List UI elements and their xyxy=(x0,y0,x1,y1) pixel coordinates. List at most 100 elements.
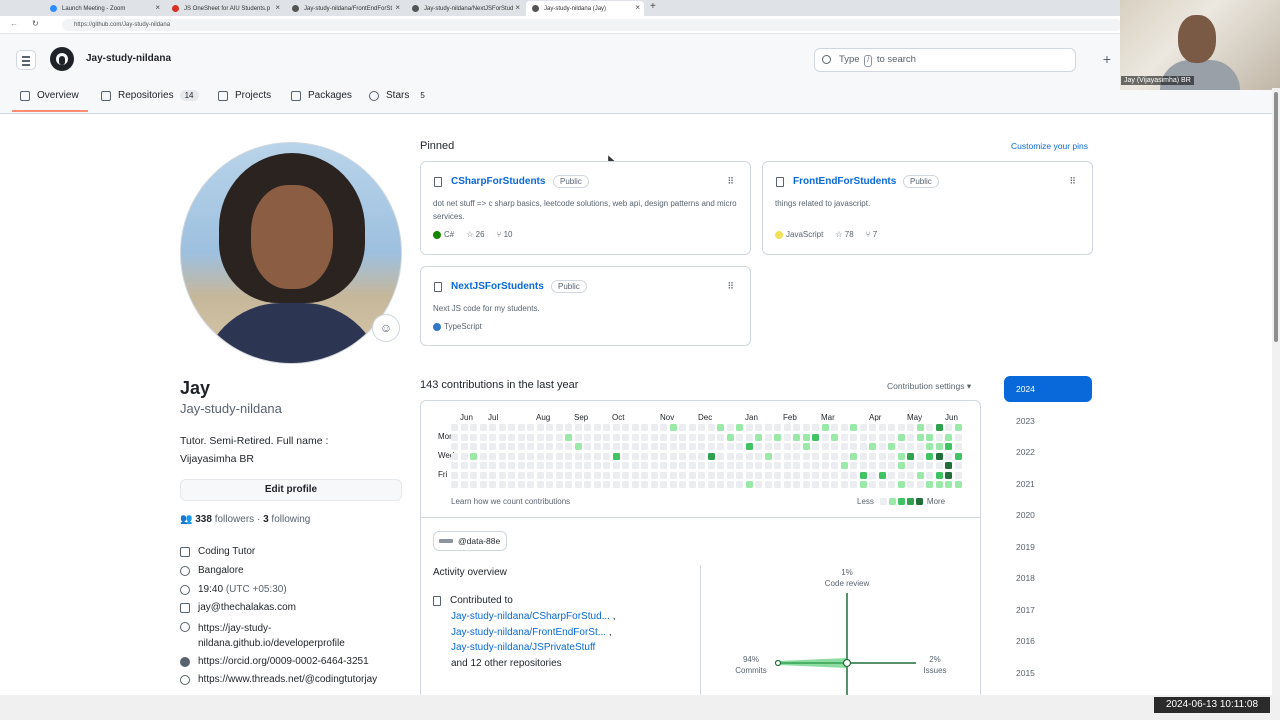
contribution-cell[interactable] xyxy=(517,443,525,450)
contribution-cell[interactable] xyxy=(783,433,791,441)
customize-pins-link[interactable]: Customize your pins xyxy=(1011,141,1088,151)
tab-stars[interactable]: Stars 5 xyxy=(369,90,430,101)
contribution-cell[interactable] xyxy=(802,443,810,450)
contribution-cell[interactable] xyxy=(897,481,905,488)
contribution-cell[interactable] xyxy=(498,452,506,460)
contribution-cell[interactable] xyxy=(916,481,924,488)
contribution-cell[interactable] xyxy=(840,433,848,441)
contribution-cell[interactable] xyxy=(489,443,496,450)
contribution-cell[interactable] xyxy=(593,452,601,460)
contribution-cell[interactable] xyxy=(527,481,534,488)
contribution-cell[interactable] xyxy=(717,462,724,469)
contribution-cell[interactable] xyxy=(669,443,677,450)
contribution-cell[interactable] xyxy=(565,424,572,431)
edit-profile-button[interactable]: Edit profile xyxy=(180,479,402,501)
contribution-cell[interactable] xyxy=(498,443,506,450)
contribution-cell[interactable] xyxy=(555,433,563,441)
contribution-cell[interactable] xyxy=(679,424,686,431)
set-status-smiley-icon[interactable]: ☺ xyxy=(372,314,400,342)
contribution-cell[interactable] xyxy=(945,481,952,488)
contribution-cell[interactable] xyxy=(869,452,876,460)
contribution-cell[interactable] xyxy=(726,424,734,431)
contribution-cell[interactable] xyxy=(812,424,819,431)
contribution-cell[interactable] xyxy=(555,462,563,469)
contribution-cell[interactable] xyxy=(489,481,496,488)
contribution-cell[interactable] xyxy=(470,433,477,441)
contribution-cell[interactable] xyxy=(821,452,829,460)
contribution-cell[interactable] xyxy=(536,452,544,460)
contribution-cell[interactable] xyxy=(603,462,610,469)
tab-repositories[interactable]: Repositories 14 xyxy=(101,90,199,101)
contribution-cell[interactable] xyxy=(622,481,629,488)
contribution-cell[interactable] xyxy=(726,452,734,460)
browser-tab[interactable]: Jay-study-nildana/FrontEndForSt × xyxy=(286,1,404,16)
contribution-cell[interactable] xyxy=(888,433,895,441)
contribution-cell[interactable] xyxy=(812,433,819,441)
contribution-cell[interactable] xyxy=(916,433,924,441)
contribution-cell[interactable] xyxy=(574,433,582,441)
contribution-cell[interactable] xyxy=(631,443,639,450)
contribution-cell[interactable] xyxy=(802,424,810,431)
contribution-cell[interactable] xyxy=(660,481,667,488)
back-icon[interactable]: ← xyxy=(10,19,18,28)
contribution-cell[interactable] xyxy=(698,433,705,441)
contribution-cell[interactable] xyxy=(897,471,905,479)
contribution-cell[interactable] xyxy=(916,443,924,450)
close-icon[interactable]: × xyxy=(275,3,280,12)
contribution-cell[interactable] xyxy=(726,443,734,450)
contribution-cell[interactable] xyxy=(517,433,525,441)
contribution-cell[interactable] xyxy=(764,462,772,469)
contribution-cell[interactable] xyxy=(679,452,686,460)
contribution-cell[interactable] xyxy=(755,471,762,479)
contribution-cell[interactable] xyxy=(878,481,886,488)
contribution-cell[interactable] xyxy=(783,471,791,479)
contribution-cell[interactable] xyxy=(470,462,477,469)
contribution-cell[interactable] xyxy=(546,424,553,431)
contribution-cell[interactable] xyxy=(574,443,582,450)
contribution-cell[interactable] xyxy=(631,433,639,441)
contribution-cell[interactable] xyxy=(764,424,772,431)
contributed-repo-link[interactable]: Jay-study-nildana/FrontEndForSt... , xyxy=(451,627,612,638)
contribution-cell[interactable] xyxy=(451,462,458,469)
contribution-cell[interactable] xyxy=(536,433,544,441)
contribution-cell[interactable] xyxy=(546,433,553,441)
contribution-cell[interactable] xyxy=(584,452,591,460)
contribution-cell[interactable] xyxy=(935,452,943,460)
following-count[interactable]: 3 xyxy=(263,514,269,525)
contribution-cell[interactable] xyxy=(926,471,933,479)
contribution-cell[interactable] xyxy=(688,424,696,431)
contribution-cell[interactable] xyxy=(612,424,620,431)
contribution-cell[interactable] xyxy=(650,462,658,469)
contribution-cell[interactable] xyxy=(926,462,933,469)
detail-orcid[interactable]: https://orcid.org/0009-0002-6464-3251 xyxy=(180,656,369,667)
contribution-cell[interactable] xyxy=(584,424,591,431)
contribution-cell[interactable] xyxy=(669,433,677,441)
contribution-cell[interactable] xyxy=(764,433,772,441)
contribution-cell[interactable] xyxy=(593,471,601,479)
contribution-cell[interactable] xyxy=(584,471,591,479)
contribution-cell[interactable] xyxy=(479,471,487,479)
contribution-cell[interactable] xyxy=(745,424,753,431)
contribution-cell[interactable] xyxy=(565,481,572,488)
contribution-cell[interactable] xyxy=(869,443,876,450)
contribution-cell[interactable] xyxy=(707,433,715,441)
new-tab-button[interactable]: + xyxy=(650,1,656,12)
contribution-cell[interactable] xyxy=(508,471,515,479)
contribution-cell[interactable] xyxy=(574,424,582,431)
contribution-cell[interactable] xyxy=(945,471,952,479)
contribution-cell[interactable] xyxy=(878,462,886,469)
contribution-cell[interactable] xyxy=(831,443,838,450)
contribution-cell[interactable] xyxy=(745,433,753,441)
contribution-cell[interactable] xyxy=(688,471,696,479)
contribution-cell[interactable] xyxy=(945,443,952,450)
contribution-cell[interactable] xyxy=(679,443,686,450)
contribution-cell[interactable] xyxy=(859,481,867,488)
contribution-cell[interactable] xyxy=(897,452,905,460)
contribution-cell[interactable] xyxy=(726,471,734,479)
contribution-cell[interactable] xyxy=(536,424,544,431)
contribution-cell[interactable] xyxy=(954,471,962,479)
contribution-cell[interactable] xyxy=(888,424,895,431)
contribution-cell[interactable] xyxy=(660,433,667,441)
contribution-cell[interactable] xyxy=(717,481,724,488)
contribution-cell[interactable] xyxy=(527,471,534,479)
